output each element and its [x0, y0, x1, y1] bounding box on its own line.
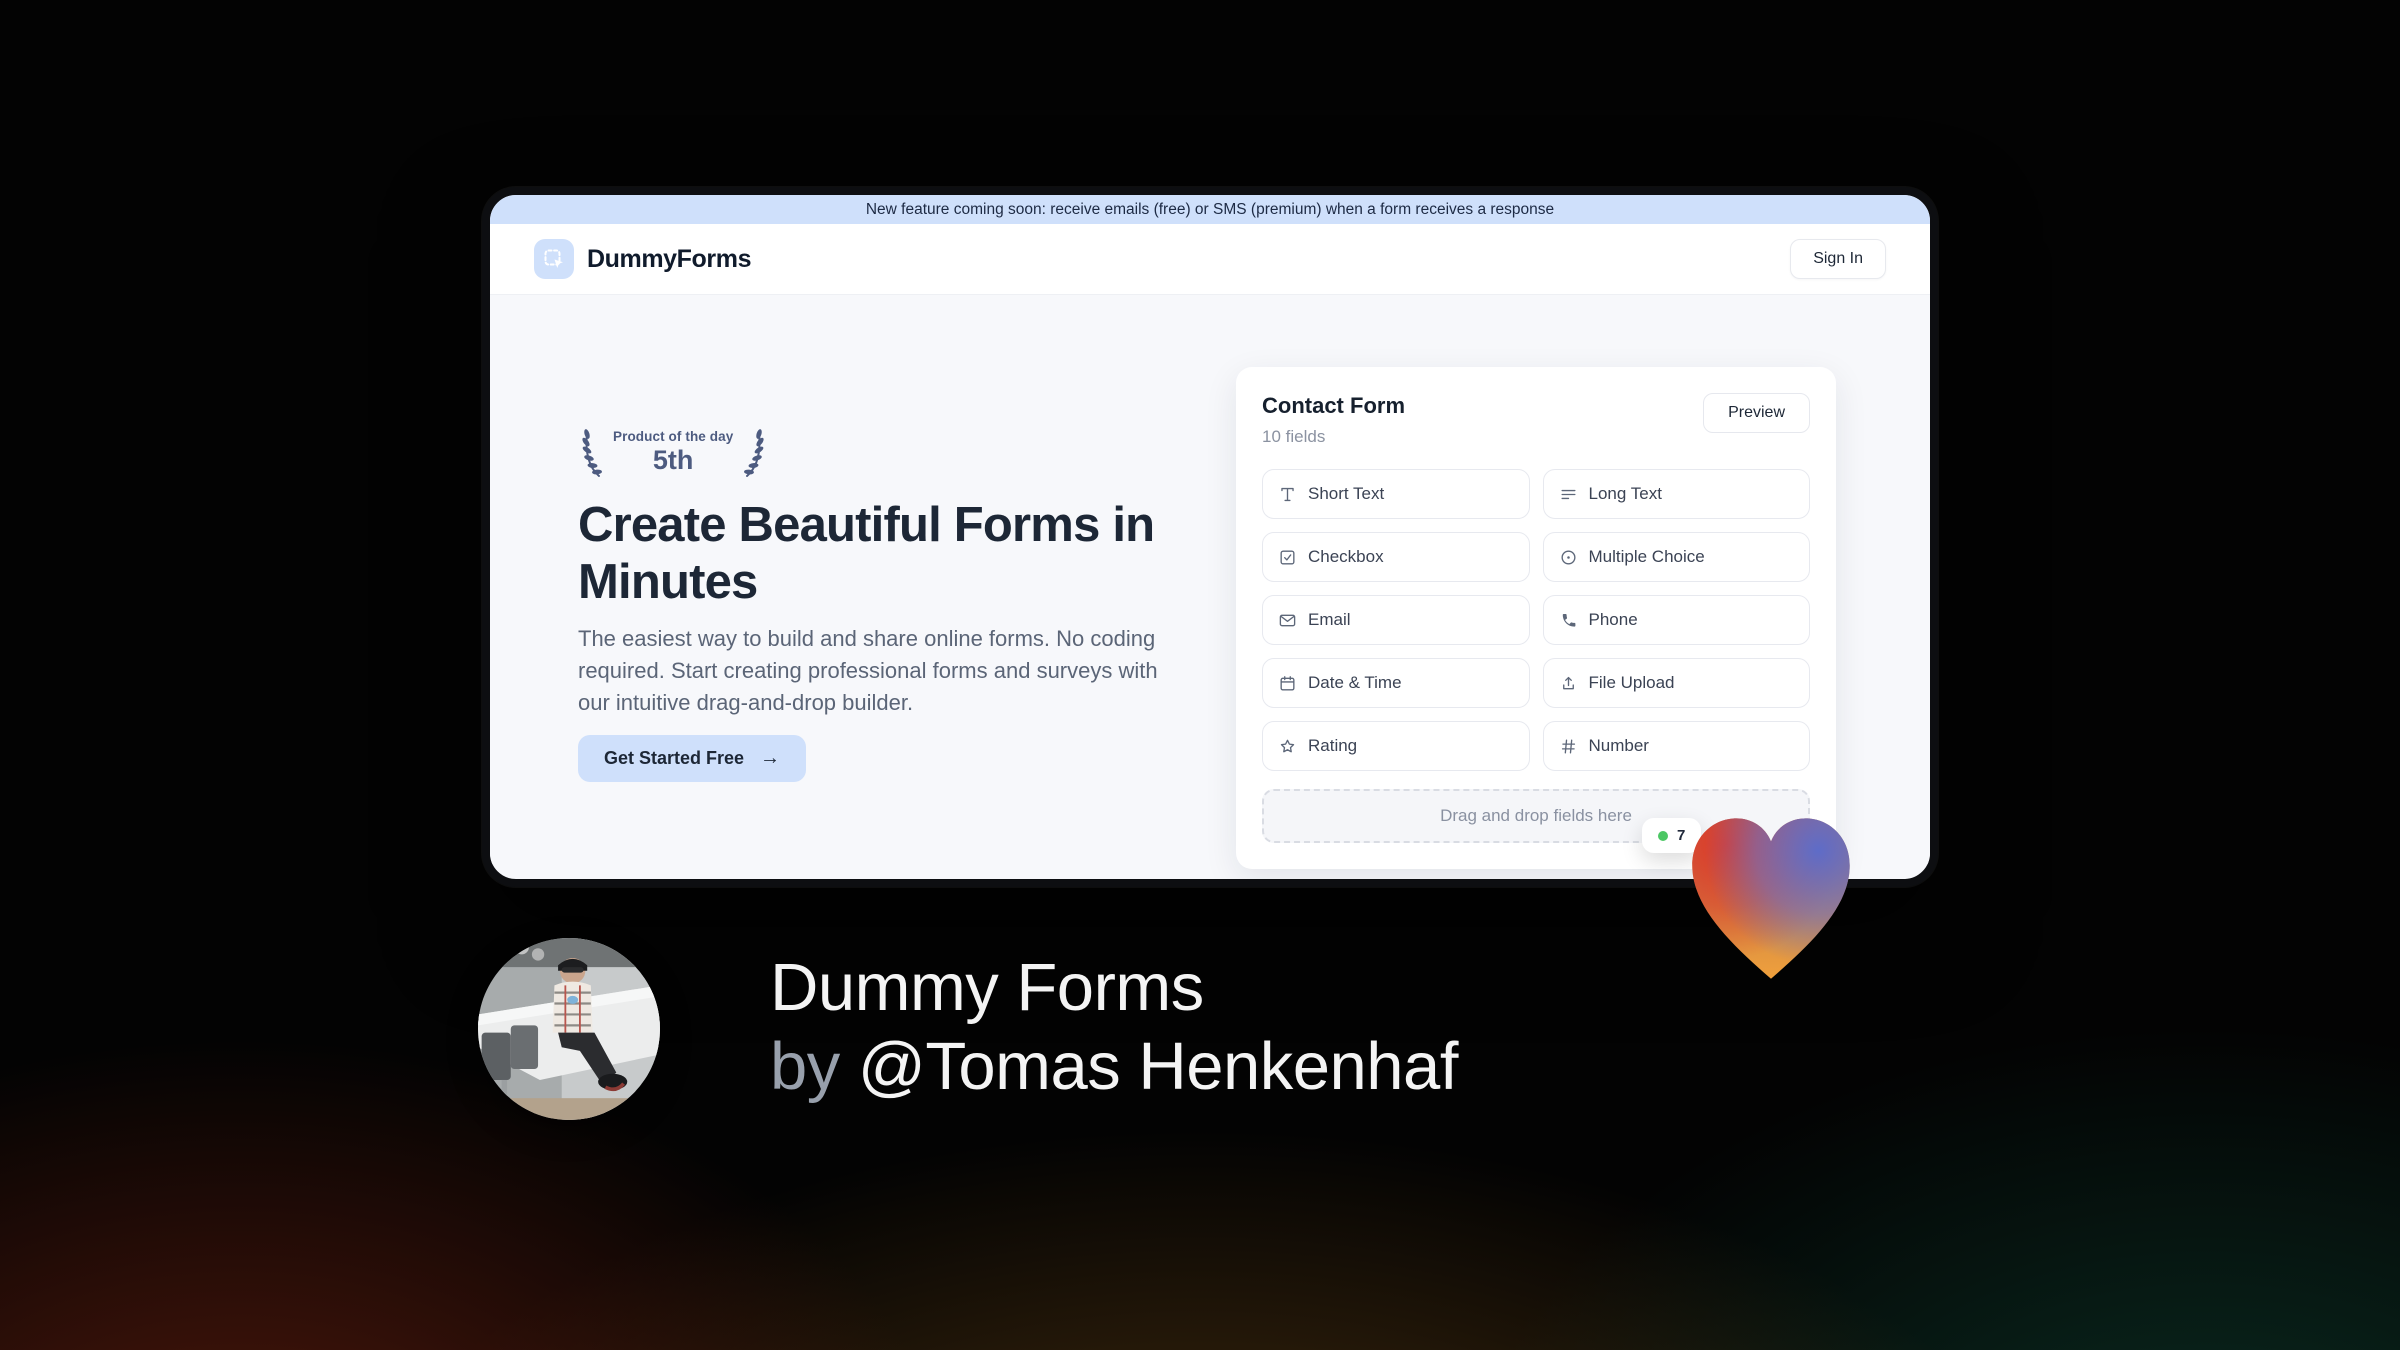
author-avatar — [478, 938, 660, 1120]
announcement-text: New feature coming soon: receive emails … — [865, 200, 1555, 218]
upload-icon — [1562, 676, 1574, 689]
field-chip-number[interactable]: Number — [1542, 721, 1810, 771]
star-icon — [1280, 739, 1295, 752]
multiple-choice-icon — [1560, 549, 1576, 565]
hash-icon — [1561, 738, 1575, 754]
field-label: Checkbox — [1308, 547, 1384, 566]
potd-label: Product of the day — [613, 428, 734, 444]
laurel-left-icon — [582, 429, 602, 477]
envelope-icon — [1279, 614, 1296, 626]
field-chip-email[interactable]: Email — [1262, 595, 1530, 645]
gradient-heart-icon — [1692, 818, 1850, 979]
field-label: Long Text — [1588, 484, 1662, 503]
field-label: File Upload — [1588, 673, 1675, 692]
dropzone-text: Drag and drop fields here — [1440, 806, 1632, 825]
sign-in-button[interactable]: Sign In — [1790, 239, 1886, 279]
field-chip-checkbox[interactable]: Checkbox — [1262, 532, 1530, 582]
field-label: Rating — [1308, 736, 1358, 755]
laurel-right-icon — [744, 429, 764, 477]
announcement-banner: New feature coming soon: receive emails … — [490, 195, 1930, 224]
hero-section: Product of the day 5th Create Beautiful … — [490, 295, 1930, 869]
brand[interactable]: DummyForms — [534, 239, 751, 279]
field-chip-rating[interactable]: Rating — [1262, 721, 1530, 771]
field-chip-multiple-choice[interactable]: Multiple Choice — [1542, 532, 1810, 582]
hero-left-column: Product of the day 5th Create Beautiful … — [578, 425, 1163, 782]
long-text-icon — [1560, 489, 1576, 499]
caption: Dummy Forms by @Tomas Henkenhaf — [770, 948, 1458, 1106]
field-chip-phone[interactable]: Phone — [1542, 595, 1810, 645]
arrow-right-icon: → — [760, 747, 781, 769]
product-of-the-day-badge: Product of the day 5th — [578, 425, 768, 479]
field-label: Date & Time — [1308, 673, 1402, 692]
field-chip-long-text[interactable]: Long Text — [1542, 469, 1810, 519]
dummyforms-logo-icon — [534, 239, 574, 279]
card-header: Contact Form 10 fields Preview — [1262, 393, 1810, 447]
preview-button[interactable]: Preview — [1703, 393, 1810, 433]
calendar-icon — [1280, 675, 1295, 691]
field-label: Multiple Choice — [1588, 547, 1705, 566]
field-count: 10 fields — [1262, 427, 1326, 446]
browser-window: New feature coming soon: receive emails … — [482, 187, 1938, 887]
get-started-label: Get Started Free — [604, 748, 745, 768]
potd-rank: 5th — [652, 444, 694, 475]
card-header-text: Contact Form 10 fields — [1262, 393, 1405, 447]
caption-byline: by @Tomas Henkenhaf — [770, 1027, 1458, 1106]
field-label: Phone — [1588, 610, 1638, 629]
field-chip-date-time[interactable]: Date & Time — [1262, 658, 1530, 708]
get-started-button[interactable]: Get Started Free → — [578, 735, 807, 782]
promo-canvas: { "banner": { "text": "New feature comin… — [0, 0, 2400, 1350]
field-chip-short-text[interactable]: Short Text — [1262, 469, 1530, 519]
field-chip-file-upload[interactable]: File Upload — [1542, 658, 1810, 708]
field-label: Short Text — [1308, 484, 1385, 503]
green-dot-icon — [1658, 830, 1668, 841]
field-label: Email — [1308, 610, 1351, 629]
field-palette: Short Text Long Text Checkbox Multiple C… — [1262, 469, 1810, 771]
hero-title: Create Beautiful Forms in Minutes — [578, 498, 1155, 609]
top-nav: DummyForms Sign In — [490, 224, 1930, 295]
caption-title: Dummy Forms — [770, 950, 1204, 1025]
brand-name: DummyForms — [587, 244, 752, 273]
caption-author: @Tomas Henkenhaf — [857, 1029, 1459, 1104]
form-builder-card: Contact Form 10 fields Preview Short Tex… — [1236, 367, 1836, 869]
caption-by: by — [770, 1029, 840, 1104]
short-text-icon — [1281, 487, 1294, 501]
phone-icon — [1562, 613, 1575, 627]
hero-description: The easiest way to build and share onlin… — [578, 626, 1158, 715]
potd-text: Product of the day 5th — [613, 429, 733, 476]
form-title: Contact Form — [1262, 393, 1405, 418]
field-label: Number — [1588, 736, 1649, 755]
checkbox-icon — [1280, 549, 1295, 565]
